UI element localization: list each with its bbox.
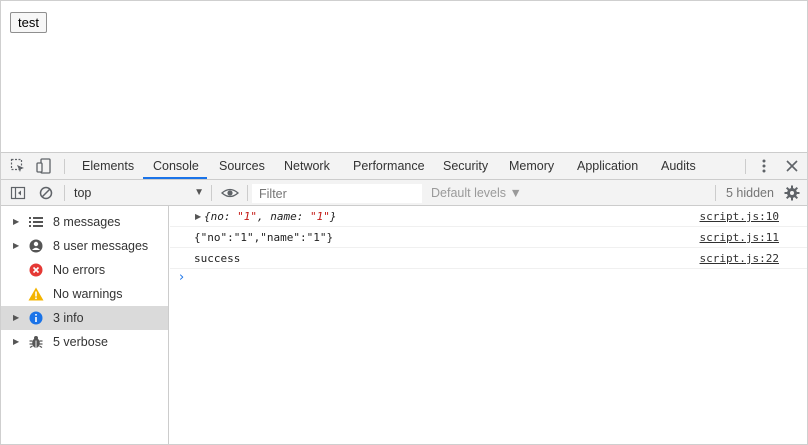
console-prompt[interactable]: › [179,270,184,285]
expand-arrow-icon[interactable]: ▶ [13,306,19,330]
sidebar-item-messages[interactable]: ▶ 8 messages [1,210,168,234]
source-link[interactable]: script.js:10 [700,207,779,227]
info-icon [28,310,44,326]
object-prefix: {no: [204,210,238,223]
dropdown-arrow-icon: ▼ [194,187,204,198]
device-toolbar-icon[interactable] [35,157,53,175]
sidebar-item-warnings[interactable]: No warnings [1,282,168,306]
object-suffix: } [329,210,337,223]
gear-icon[interactable] [783,184,801,202]
toolbar-divider [64,159,65,174]
toolbar-divider [247,185,248,201]
sidebar-item-errors[interactable]: No errors [1,258,168,282]
expand-arrow-icon[interactable]: ▶ [195,207,201,227]
error-icon [28,262,44,278]
test-button[interactable]: test [10,12,47,33]
inspect-element-icon[interactable] [9,157,27,175]
show-sidebar-icon[interactable] [9,184,27,202]
filter-input[interactable] [252,184,422,203]
tab-elements[interactable]: Elements [82,153,134,179]
context-selector[interactable]: top ▼ [74,180,206,206]
sidebar-item-label: No errors [53,263,106,277]
source-link[interactable]: script.js:22 [700,249,779,269]
toolbar-divider [745,159,746,174]
sidebar-item-label: 3 info [53,311,84,325]
console-message[interactable]: ▶ {no: "1", name: "1"} script.js:10 [170,207,807,227]
tab-network[interactable]: Network [284,153,330,179]
toolbar-divider [715,185,716,201]
expand-arrow-icon[interactable]: ▶ [13,330,19,354]
toolbar-divider [64,185,65,201]
clear-console-icon[interactable] [37,184,55,202]
message-text: {"no":"1","name":"1"} [194,231,334,244]
tab-security[interactable]: Security [443,153,488,179]
console-message[interactable]: success script.js:22 [170,249,807,269]
console-toolbar: top ▼ Default levels ▼ 5 hidden [1,180,807,206]
tab-sources[interactable]: Sources [219,153,265,179]
tab-console[interactable]: Console [153,153,199,179]
page-viewport: test [1,1,807,152]
message-text: success [194,252,241,265]
tab-audits[interactable]: Audits [661,153,696,179]
console-output: ▶ {no: "1", name: "1"} script.js:10 {"no… [170,206,807,444]
source-link[interactable]: script.js:11 [700,228,779,248]
toolbar-divider [211,185,212,201]
close-icon[interactable] [783,157,801,175]
object-mid: , name: [257,210,310,223]
user-icon [28,238,44,254]
sidebar-item-label: 8 user messages [53,239,149,253]
sidebar-item-label: No warnings [53,287,123,301]
context-value: top [74,186,92,200]
devtools-tabbar: Elements Console Sources Network Perform… [1,153,807,180]
object-value-name: "1" [309,210,330,223]
tab-memory[interactable]: Memory [509,153,554,179]
bug-icon [28,334,44,350]
more-options-icon[interactable] [755,157,773,175]
console-message[interactable]: {"no":"1","name":"1"} script.js:11 [170,228,807,248]
warning-icon [28,286,44,302]
devtools-panel: Elements Console Sources Network Perform… [1,152,807,444]
eye-icon[interactable] [221,184,239,202]
sidebar-item-label: 5 verbose [53,335,108,349]
sidebar-item-user-messages[interactable]: ▶ 8 user messages [1,234,168,258]
sidebar-item-label: 8 messages [53,215,121,229]
message-object: {no: "1", name: "1"} [204,207,336,227]
object-value-no: "1" [237,210,257,223]
expand-arrow-icon[interactable]: ▶ [13,210,19,234]
list-icon [28,214,44,230]
browser-window: test Elements Console Sources Network Pe… [0,0,808,445]
tab-application[interactable]: Application [577,153,638,179]
hidden-messages-count: 5 hidden [726,186,774,200]
sidebar-item-info[interactable]: ▶ 3 info [1,306,168,330]
log-levels-dropdown[interactable]: Default levels ▼ [431,180,522,206]
sidebar-item-verbose[interactable]: ▶ 5 verbose [1,330,168,354]
console-sidebar: ▶ 8 messages ▶ 8 user messages No errors… [1,206,169,444]
tab-performance[interactable]: Performance [353,153,425,179]
expand-arrow-icon[interactable]: ▶ [13,234,19,258]
active-tab-indicator [143,177,207,179]
